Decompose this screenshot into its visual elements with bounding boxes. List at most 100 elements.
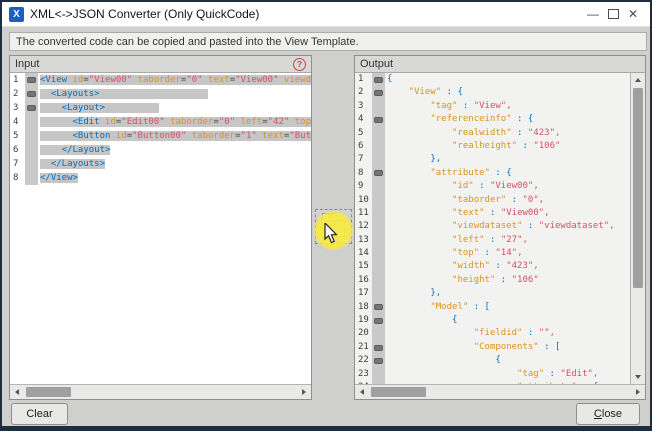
fold-marker-icon[interactable]	[27, 91, 36, 97]
code-line[interactable]: 1<View id="View00" taborder="0" text="Vi…	[10, 73, 311, 87]
scroll-up-button[interactable]	[631, 73, 644, 87]
code-line[interactable]: 1{	[355, 73, 630, 86]
code-line[interactable]: 23 "tag" : "Edit",	[355, 368, 630, 381]
scroll-right-button[interactable]	[631, 385, 645, 399]
line-number: 13	[355, 234, 372, 247]
fold-marker-icon[interactable]	[374, 77, 383, 83]
code-line[interactable]: 6 </Layout>	[10, 143, 311, 157]
fold-margin	[372, 314, 385, 327]
fold-margin	[372, 220, 385, 233]
code-line[interactable]: 7 },	[355, 153, 630, 166]
fold-marker-icon[interactable]	[27, 77, 36, 83]
code-line[interactable]: 2 <Layouts>	[10, 87, 311, 101]
code-line[interactable]: 9 "id" : "View00",	[355, 180, 630, 193]
title-bar: X XML<->JSON Converter (Only QuickCode) …	[2, 2, 650, 27]
fold-marker-icon[interactable]	[374, 358, 383, 364]
code-line[interactable]: 2 "View" : {	[355, 86, 630, 99]
code-line[interactable]: 8 "attribute" : {	[355, 167, 630, 180]
fold-margin	[372, 260, 385, 273]
code-text: </Layouts>	[38, 157, 311, 171]
input-horizontal-scrollbar[interactable]	[10, 384, 311, 399]
maximize-icon	[608, 9, 619, 19]
code-text: "tag" : "View",	[385, 100, 630, 113]
fold-margin	[25, 171, 38, 185]
code-line[interactable]: 13 "left" : "27",	[355, 234, 630, 247]
code-line[interactable]: 14 "top" : "14",	[355, 247, 630, 260]
help-icon[interactable]: ?	[293, 58, 306, 71]
code-line[interactable]: 16 "height" : "106"	[355, 274, 630, 287]
code-text: {	[385, 354, 630, 367]
minimize-button[interactable]: —	[583, 4, 603, 24]
scroll-left-button[interactable]	[355, 385, 369, 399]
text-selection: </Layouts>	[40, 159, 105, 169]
code-text: "realheight" : "106"	[385, 140, 630, 153]
maximize-button[interactable]	[603, 4, 623, 24]
fold-marker-icon[interactable]	[374, 170, 383, 176]
code-line[interactable]: 21 "Components" : [	[355, 341, 630, 354]
code-line[interactable]: 10 "taborder" : "0",	[355, 194, 630, 207]
input-hscroll-thumb[interactable]	[26, 387, 71, 397]
code-line[interactable]: 18 "Model" : [	[355, 301, 630, 314]
code-line[interactable]: 3 "tag" : "View",	[355, 100, 630, 113]
code-line[interactable]: 19 {	[355, 314, 630, 327]
fold-margin	[372, 234, 385, 247]
code-line[interactable]: 11 "text" : "View00",	[355, 207, 630, 220]
window-title: XML<->JSON Converter (Only QuickCode)	[30, 7, 259, 21]
code-text: "id" : "View00",	[385, 180, 630, 193]
line-number: 16	[355, 274, 372, 287]
close-window-button[interactable]: ✕	[623, 4, 643, 24]
fold-margin	[372, 180, 385, 193]
input-panel-title: Input	[15, 58, 39, 70]
clear-button[interactable]: Clear	[11, 403, 68, 425]
close-button[interactable]: Close	[576, 403, 640, 425]
line-number: 1	[10, 73, 25, 87]
line-number: 1	[355, 73, 372, 86]
fold-marker-icon[interactable]	[374, 90, 383, 96]
code-line[interactable]: 15 "width" : "423",	[355, 260, 630, 273]
code-line[interactable]: 6 "realheight" : "106"	[355, 140, 630, 153]
output-code-editor[interactable]: 1{2 "View" : {3 "tag" : "View",4 "refere…	[355, 73, 630, 384]
fold-margin	[372, 207, 385, 220]
code-line[interactable]: 4 "referenceinfo" : {	[355, 113, 630, 126]
code-text: "left" : "27",	[385, 234, 630, 247]
output-horizontal-scrollbar[interactable]	[355, 384, 645, 399]
fold-marker-icon[interactable]	[374, 345, 383, 351]
fold-margin	[372, 194, 385, 207]
code-line[interactable]: 4 <Edit id="Edit00" taborder="0" left="4…	[10, 115, 311, 129]
code-text: "referenceinfo" : {	[385, 113, 630, 126]
input-code-editor[interactable]: 1<View id="View00" taborder="0" text="Vi…	[10, 73, 311, 384]
scroll-right-button[interactable]	[297, 385, 311, 399]
code-line[interactable]: 7 </Layouts>	[10, 157, 311, 171]
line-number: 12	[355, 220, 372, 233]
output-vscroll-thumb[interactable]	[633, 88, 643, 288]
code-text: "attribute" : {	[385, 167, 630, 180]
code-line[interactable]: 3 <Layout>	[10, 101, 311, 115]
code-line[interactable]: 20 "fieldid" : "",	[355, 327, 630, 340]
scroll-left-button[interactable]	[10, 385, 24, 399]
fold-margin	[372, 73, 385, 86]
fold-marker-icon[interactable]	[27, 105, 36, 111]
fold-margin	[25, 157, 38, 171]
code-line[interactable]: 12 "viewdataset" : "viewdataset",	[355, 220, 630, 233]
fold-margin	[25, 115, 38, 129]
fold-marker-icon[interactable]	[374, 318, 383, 324]
output-hscroll-thumb[interactable]	[371, 387, 426, 397]
code-line[interactable]: 5 "realwidth" : "423",	[355, 127, 630, 140]
code-line[interactable]: 17 },	[355, 287, 630, 300]
fold-marker-icon[interactable]	[374, 117, 383, 123]
fold-margin	[25, 87, 38, 101]
fold-margin	[372, 368, 385, 381]
fold-marker-icon[interactable]	[374, 304, 383, 310]
fold-margin	[372, 140, 385, 153]
code-text: "top" : "14",	[385, 247, 630, 260]
output-vertical-scrollbar[interactable]	[630, 73, 645, 384]
line-number: 3	[10, 101, 25, 115]
code-line[interactable]: 22 {	[355, 354, 630, 367]
code-text: "Components" : [	[385, 341, 630, 354]
input-panel: Input ? 1<View id="View00" taborder="0" …	[9, 55, 312, 400]
code-line[interactable]: 8</View>	[10, 171, 311, 185]
convert-button[interactable]: XML JSON	[315, 209, 352, 244]
scroll-down-button[interactable]	[631, 370, 644, 384]
code-text: "taborder" : "0",	[385, 194, 630, 207]
code-line[interactable]: 5 <Button id="Button00" taborder="1" tex…	[10, 129, 311, 143]
